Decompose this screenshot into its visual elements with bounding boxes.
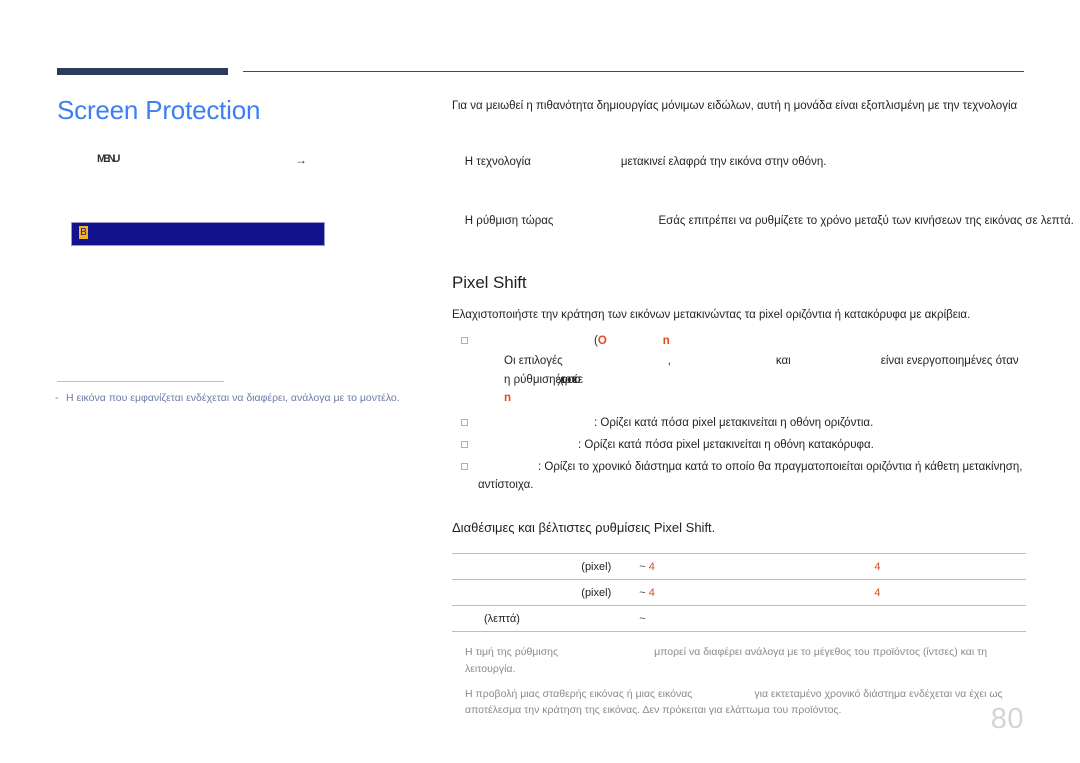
tech-line-text: μετακινεί ελαφρά την εικόνα στην οθόνη. (620, 155, 827, 168)
list-item: : Ορίζει το χρονικό διάστημα κατά το οπο… (452, 458, 1026, 495)
bullet-square-icon (461, 441, 468, 449)
row0-right-value: 4 (874, 560, 881, 573)
bullet1-text: : Ορίζει κατά πόσα pixel μετακινείται η … (594, 417, 874, 430)
row1-right-value: 4 (874, 586, 881, 599)
header-rule-thick (57, 68, 228, 75)
page-title: Screen Protection (57, 95, 261, 125)
row0-label: (pixel) (452, 552, 618, 580)
setting-line: Η ρύθμιση τώρας Εσάς επιτρέπει να ρυθμίζε… (452, 192, 1074, 251)
intro-paragraph: Για να μειωθεί η πιθανότητα δημιουργίας … (452, 100, 1018, 112)
intro-spacer (452, 116, 1026, 133)
footnotes: Η τιμή της ρύθμισης μπορεί να διαφέρει αν… (452, 644, 1026, 718)
footnote-divider (452, 631, 1026, 633)
osd-menu-highlight-bar[interactable]: B (71, 222, 325, 246)
bullet0-mark-on: O (597, 334, 607, 347)
row0-tilde: ~ (639, 560, 646, 573)
row2-tilde: ~ (639, 613, 646, 626)
sub-note-lead: Οι επιλογές (504, 355, 563, 368)
row1-tilde: ~ (639, 586, 646, 599)
row0-mid-value: 4 (648, 560, 655, 573)
sub-note-tail: είναι ενεργοποιημένες όταν η ρύθμιση (504, 355, 1019, 386)
sub-note-comma: , (667, 355, 671, 368)
breadcrumb: MENU → (97, 153, 397, 169)
row0-mid: ~ 4 (617, 552, 725, 580)
list-item: (O n (452, 332, 1026, 351)
sub-note-overlap: έχει οριστεί σε (555, 373, 584, 386)
table-title: Διαθέσιμες και βέλτιστες ρυθμίσεις Pixel… (452, 519, 716, 535)
row1-label: (pixel) (452, 578, 618, 606)
page-number: 80 (990, 703, 1024, 735)
row2-mid: ~ (617, 604, 725, 632)
setting-line-label: Η ρύθμιση τώρας (464, 214, 554, 227)
sub-note-and: και (775, 355, 791, 368)
bullet-list-settings: : Ορίζει κατά πόσα pixel μετακινείται η … (452, 414, 1026, 495)
row1-mid-value: 4 (648, 586, 655, 599)
tech-line: Η τεχνολογία μετακινεί ελαφρά την εικόνα … (452, 133, 1026, 192)
menu-bar-icon: B (79, 226, 88, 239)
left-note-divider (57, 381, 224, 382)
row1-right: 4 (724, 578, 1026, 606)
list-item: : Ορίζει κατά πόσα pixel μετακινείται η … (452, 414, 1026, 433)
table-row: (pixel) ~ 4 4 (452, 578, 1026, 606)
table-row: (λεπτά) ~ (452, 604, 1026, 632)
arrow-right-icon: → (295, 153, 307, 167)
left-note-dash: - (55, 392, 59, 404)
section-title-pixel-shift: Pixel Shift (452, 273, 527, 293)
left-column: Screen Protection (57, 95, 407, 126)
right-column: Για να μειωθεί η πιθανότητα δημιουργίας … (452, 98, 1074, 728)
row2-right (724, 604, 1026, 632)
bullet-square-icon (461, 336, 468, 344)
sub-note-mark-on: n (504, 392, 511, 405)
section-description: Ελαχιστοποιήστε την κράτηση των εικόνων … (452, 309, 971, 322)
left-note: - Η εικόνα που εμφανίζεται ενδέχεται να … (55, 391, 415, 406)
row1-mid: ~ 4 (617, 578, 725, 606)
sub-note-options: Οι επιλογές, και είναι ενεργοποιημένες ότα… (452, 352, 1026, 407)
left-note-text: Η εικόνα που εμφανίζεται ενδέχεται να δι… (66, 392, 400, 404)
footnote-2-lead: Η προβολή μιας σταθερής εικόνας ή μιας ε… (465, 687, 693, 700)
header-rule-thin (243, 71, 1024, 72)
table-row: (pixel) ~ 4 4 (452, 552, 1026, 580)
row2-label: (λεπτά) (452, 604, 618, 632)
list-item: : Ορίζει κατά πόσα pixel μετακινείται η … (452, 436, 1026, 455)
bullet-square-icon (461, 462, 468, 470)
bullet-list-primary: (O n (452, 332, 1026, 351)
bullet3-text: : Ορίζει το χρονικό διάστημα κατά το οπο… (538, 460, 1023, 473)
setting-line-text: Εσάς επιτρέπει να ρυθμίζετε το χρόνο μετ… (658, 214, 1074, 227)
spec-table: (pixel) ~ 4 4 (pixel) ~ 4 4 (λεπτά) ~ (452, 552, 1026, 632)
footnote-2: Η προβολή μιας σταθερής εικόνας ή μιας ε… (465, 686, 1026, 719)
tech-line-label: Η τεχνολογία (464, 155, 531, 168)
bullet-square-icon (461, 419, 468, 427)
row0-right: 4 (724, 552, 1026, 580)
menu-icon: MENU (97, 153, 120, 165)
bullet2-text: : Ορίζει κατά πόσα pixel μετακινείται η … (578, 439, 874, 452)
footnote-1-lead: Η τιμή της ρύθμισης (465, 646, 559, 659)
footnote-1: Η τιμή της ρύθμισης μπορεί να διαφέρει αν… (465, 644, 1026, 677)
bullet0-mark-off: n (662, 334, 670, 347)
bullet3-continuation: αντίστοιχα. (478, 479, 534, 492)
